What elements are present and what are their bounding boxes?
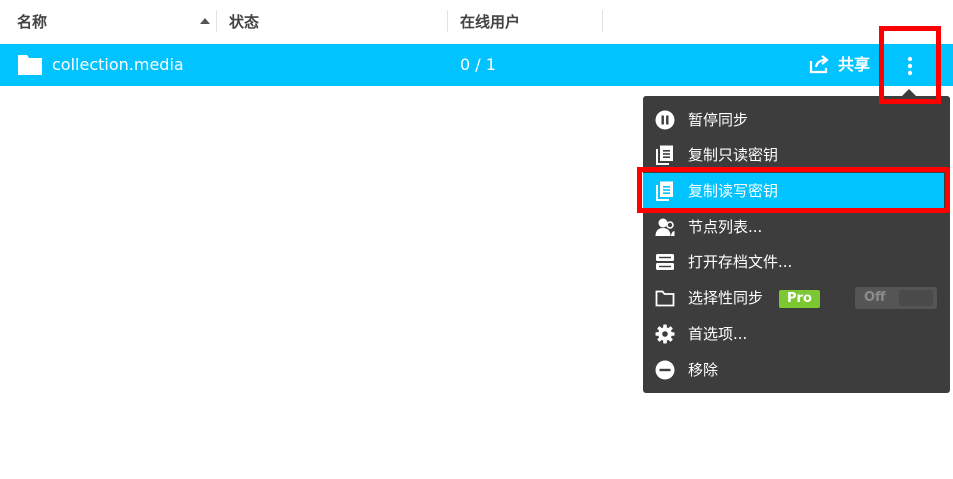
more-options-button[interactable] — [887, 44, 933, 86]
table-header: 名称 状态 在线用户 — [0, 0, 953, 44]
share-icon — [809, 55, 829, 74]
menu-item-copy-readwrite-key[interactable]: 复制读写密钥 — [643, 173, 944, 209]
toggle-state-label: Off — [864, 290, 886, 305]
app-window: 名称 状态 在线用户 collection.media 0 / 1 共享 暂停同… — [0, 0, 953, 479]
sort-ascending-icon[interactable] — [200, 18, 210, 24]
menu-item-label: 移除 — [688, 361, 719, 379]
menu-item-pause-sync[interactable]: 暂停同步 — [643, 102, 950, 138]
column-header-users[interactable]: 在线用户 — [460, 0, 520, 44]
folder-icon — [18, 55, 42, 75]
menu-item-label: 首选项... — [688, 325, 748, 343]
column-divider — [216, 10, 217, 32]
menu-item-label: 暂停同步 — [688, 111, 749, 129]
share-label: 共享 — [838, 55, 871, 74]
online-users-count: 0 / 1 — [460, 55, 496, 74]
share-button[interactable]: 共享 — [808, 44, 874, 86]
menu-item-label: 选择性同步 — [688, 289, 764, 307]
menu-item-remove[interactable]: 移除 — [643, 352, 950, 388]
pro-badge: Pro — [779, 290, 820, 308]
menu-item-label: 打开存档文件... — [688, 253, 793, 271]
folder-name: collection.media — [52, 55, 184, 74]
column-divider — [447, 10, 448, 32]
menu-item-copy-readonly-key[interactable]: 复制只读密钥 — [643, 137, 950, 173]
pause-icon — [655, 110, 675, 130]
folder-icon — [655, 290, 675, 307]
gear-icon — [655, 324, 675, 344]
menu-item-open-archive[interactable]: 打开存档文件... — [643, 244, 950, 280]
context-menu: 暂停同步 复制只读密钥 复制读写密钥 节点列表... 打开存档文件... 选择性… — [643, 96, 950, 393]
table-row[interactable]: collection.media 0 / 1 共享 — [0, 44, 953, 86]
more-vertical-icon — [907, 56, 913, 76]
menu-caret — [902, 89, 916, 96]
menu-item-selective-sync[interactable]: 选择性同步 Pro Off — [643, 280, 950, 316]
menu-item-label: 复制只读密钥 — [688, 146, 779, 164]
peers-icon — [655, 218, 675, 236]
copy-icon — [656, 145, 673, 165]
toggle-knob — [899, 290, 933, 306]
column-header-name[interactable]: 名称 — [17, 0, 47, 44]
column-header-status[interactable]: 状态 — [229, 0, 259, 44]
menu-item-peer-list[interactable]: 节点列表... — [643, 209, 950, 245]
archive-icon — [656, 254, 674, 270]
remove-icon — [655, 360, 675, 380]
menu-item-preferences[interactable]: 首选项... — [643, 316, 950, 352]
selective-sync-toggle[interactable]: Off — [855, 287, 937, 309]
column-divider — [602, 10, 603, 32]
menu-item-label: 节点列表... — [688, 218, 763, 236]
menu-item-label: 复制读写密钥 — [688, 182, 779, 200]
copy-icon — [656, 181, 673, 201]
